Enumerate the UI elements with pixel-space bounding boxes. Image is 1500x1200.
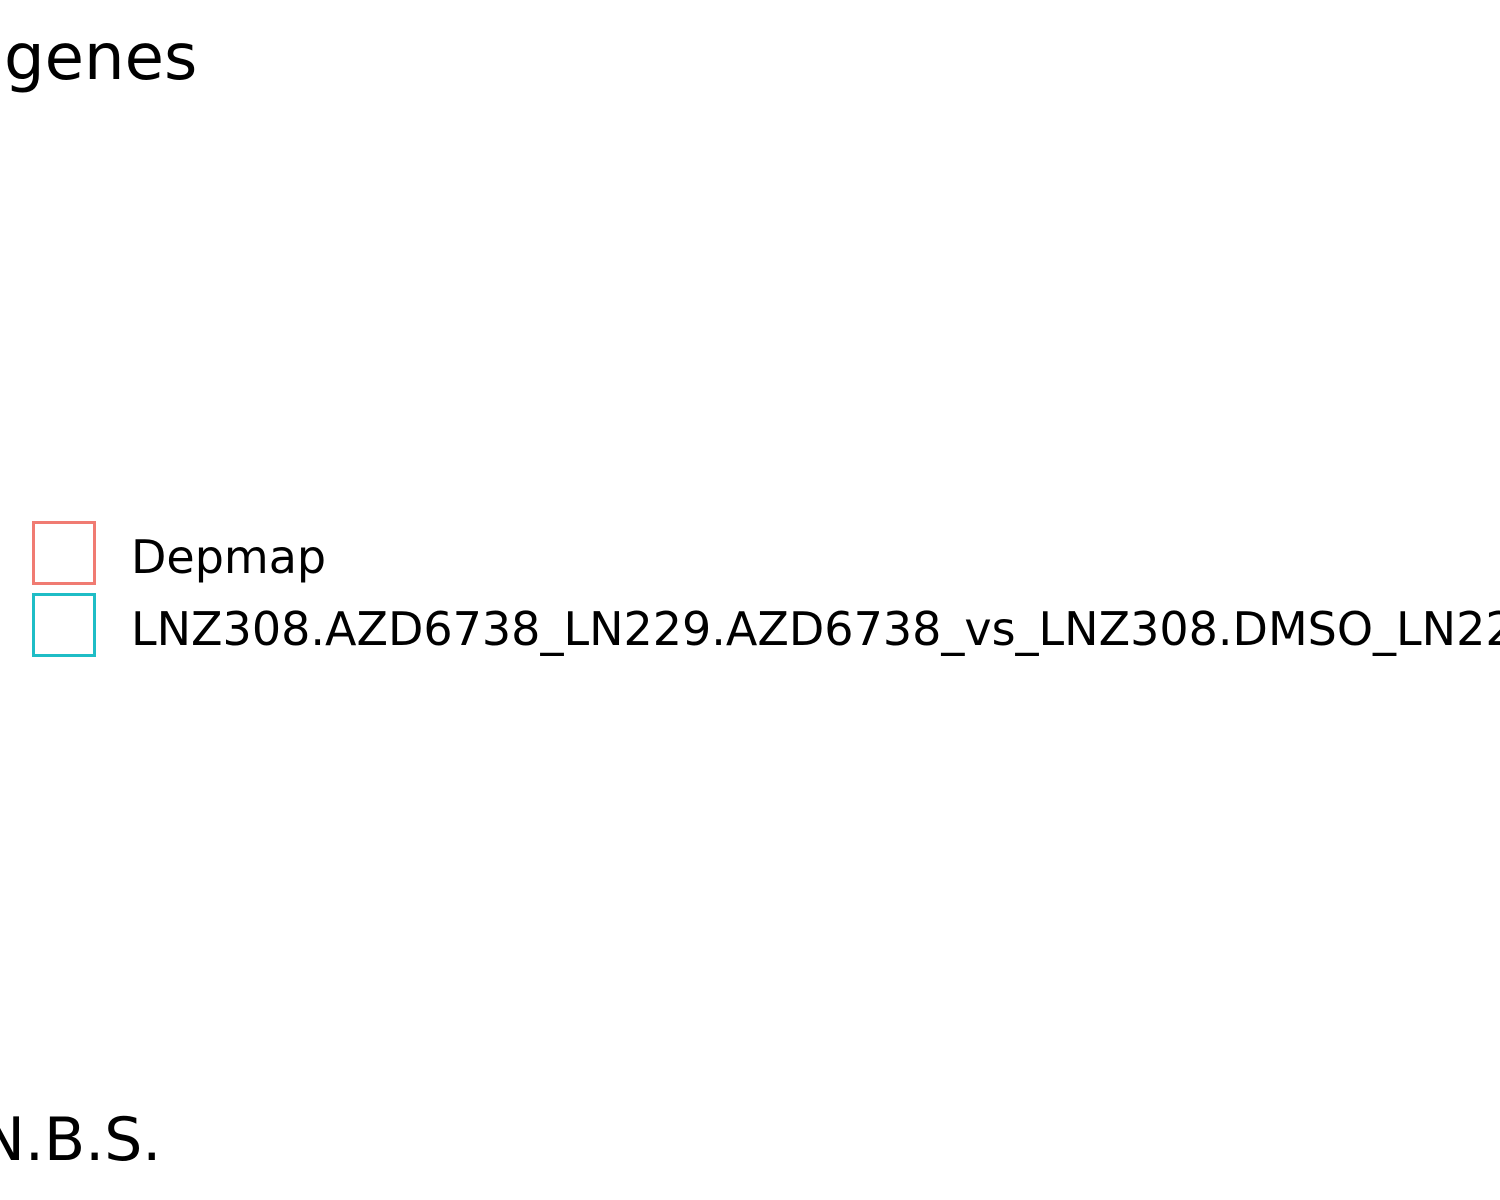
caption-text: N.B.S. xyxy=(0,1105,162,1175)
legend-label-comparison: LNZ308.AZD6738_LN229.AZD6738_vs_LNZ308.D… xyxy=(131,602,1500,656)
legend-item-comparison: LNZ308.AZD6738_LN229.AZD6738_vs_LNZ308.D… xyxy=(32,593,1500,665)
legend-label-depmap: Depmap xyxy=(131,530,327,584)
legend-item-depmap: Depmap xyxy=(32,521,1500,593)
legend-swatch-comparison xyxy=(32,593,96,657)
chart-title: genes xyxy=(4,21,198,95)
legend-swatch-depmap xyxy=(32,521,96,585)
legend: Depmap LNZ308.AZD6738_LN229.AZD6738_vs_L… xyxy=(32,521,1500,665)
chart-canvas: genes Depmap LNZ308.AZD6738_LN229.AZD673… xyxy=(0,0,1500,1200)
